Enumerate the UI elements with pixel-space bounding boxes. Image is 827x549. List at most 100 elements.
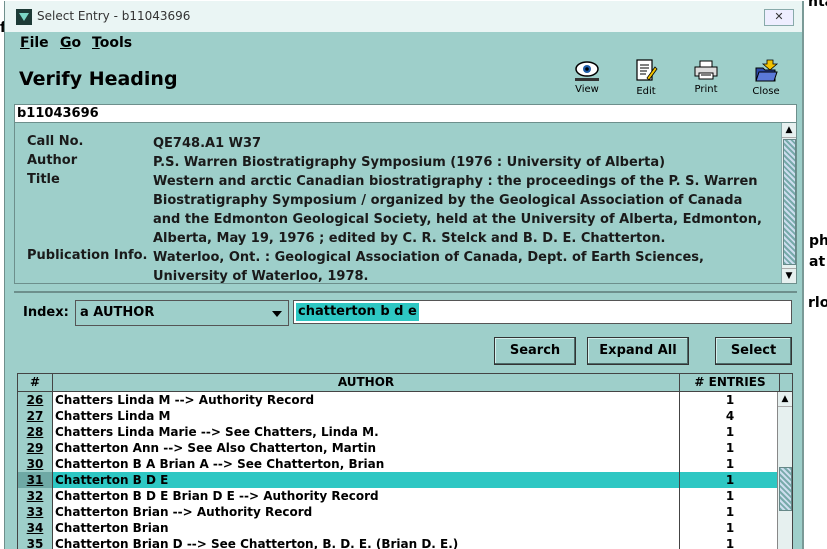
table-row[interactable]: 26 Chatters Linda M --> Authority Record 1 (18, 392, 780, 409)
menu-file-label: ile (29, 35, 49, 51)
row-author: Chatters Linda M (55, 409, 171, 423)
table-row[interactable]: 34 Chatterton Brian 1 (18, 520, 780, 537)
menu-tools-label: ools (99, 35, 133, 51)
results-table: # AUTHOR # ENTRIES 26 Chatters Linda M --… (17, 373, 793, 549)
eye-icon (575, 61, 599, 81)
search-input[interactable]: chatterton b d e (293, 300, 792, 324)
background-text-fragment: rloc (808, 295, 827, 311)
chevron-down-icon (272, 311, 282, 317)
app-icon (16, 9, 32, 25)
background-text-fragment: ph (809, 233, 827, 249)
row-entries-count: 1 (679, 424, 780, 440)
window-close-button[interactable]: ✕ (764, 9, 794, 26)
record-scrollbar[interactable]: ▲ ▼ (781, 123, 796, 283)
menu-go[interactable]: Go (60, 35, 81, 51)
view-button[interactable]: View (562, 58, 612, 100)
menu-file[interactable]: File (20, 35, 49, 51)
row-entries-count: 1 (679, 456, 780, 472)
menu-go-label: o (71, 35, 82, 51)
row-entries-count: 1 (679, 536, 780, 549)
index-dropdown-value: a AUTHOR (80, 305, 155, 320)
index-label: Index: (23, 305, 69, 320)
row-number-link[interactable]: 27 (18, 408, 53, 425)
edit-label: Edit (636, 86, 656, 97)
row-number-link[interactable]: 28 (18, 424, 53, 441)
row-author: Chatters Linda Marie --> See Chatters, L… (55, 425, 379, 439)
row-number-link[interactable]: 26 (18, 392, 53, 409)
record-scroll-thumb[interactable] (783, 139, 796, 265)
close-tool-button[interactable]: Close (741, 58, 791, 100)
row-author: Chatterton Brian (55, 521, 169, 535)
field-label-author: Author (27, 153, 78, 168)
menu-file-mnemonic: F (20, 35, 30, 51)
row-number-link[interactable]: 30 (18, 456, 53, 473)
record-details: Call No. QE748.A1 W37 Author P.S. Warren… (14, 122, 797, 284)
view-label: View (575, 84, 599, 95)
index-dropdown[interactable]: a AUTHOR (75, 300, 289, 326)
close-folder-icon (755, 59, 779, 82)
row-entries-count: 1 (679, 520, 780, 536)
print-button[interactable]: Print (681, 58, 731, 100)
select-entry-window: Select Entry - b11043696 ✕ File Go Tools… (4, 1, 804, 549)
column-header-entries: # ENTRIES (679, 374, 780, 392)
edit-page-icon (636, 59, 658, 81)
menu-tools-mnemonic: T (92, 35, 100, 51)
window-title: Select Entry - b11043696 (37, 9, 191, 23)
row-entries-count: 1 (679, 488, 780, 504)
scroll-down-arrow-icon[interactable]: ▼ (782, 268, 796, 283)
table-row[interactable]: 33 Chatterton Brian --> Authority Record 1 (18, 504, 780, 521)
record-id: b11043696 (14, 104, 797, 122)
field-label-title: Title (27, 172, 60, 187)
close-label: Close (752, 86, 780, 97)
table-row[interactable]: 35 Chatterton Brian D --> See Chatterton,… (18, 536, 779, 549)
menu-bar: File Go Tools (5, 32, 802, 54)
row-author: Chatterton Ann --> See Also Chatterton, … (55, 441, 377, 455)
table-row[interactable]: 30 Chatterton B A Brian A --> See Chatter… (18, 456, 780, 473)
row-author: Chatterton B D E (55, 473, 169, 487)
menu-tools[interactable]: Tools (92, 35, 132, 51)
select-button[interactable]: Select (715, 337, 792, 365)
field-value-title: Western and arctic Canadian biostratigra… (153, 174, 762, 246)
scroll-up-arrow-icon[interactable]: ▲ (782, 123, 796, 138)
table-row[interactable]: 29 Chatterton Ann --> See Also Chatterton… (18, 440, 780, 457)
background-text-fragment: ntar (808, 0, 827, 10)
row-author: Chatters Linda M --> Authority Record (55, 393, 315, 407)
row-number-link[interactable]: 29 (18, 440, 53, 457)
row-entries-count: 1 (679, 440, 780, 456)
background-text-fragment: at (809, 254, 826, 270)
table-row[interactable]: 28 Chatters Linda Marie --> See Chatters,… (18, 424, 780, 441)
row-number-link[interactable]: 34 (18, 520, 53, 537)
row-number-link[interactable]: 31 (18, 472, 53, 489)
expand-all-button[interactable]: Expand All (587, 337, 689, 365)
field-value-call-no: QE748.A1 W37 (153, 136, 262, 151)
column-header-author: AUTHOR (53, 374, 679, 392)
row-entries-count: 1 (679, 504, 780, 520)
row-entries-count: 1 (679, 392, 780, 408)
search-input-text[interactable]: chatterton b d e (296, 303, 419, 321)
column-header-spacer (779, 374, 792, 392)
row-entries-count: 4 (679, 408, 780, 424)
row-number-link[interactable]: 33 (18, 504, 53, 521)
printer-icon (694, 60, 718, 80)
search-button[interactable]: Search (494, 337, 576, 365)
table-row[interactable]: 32 Chatterton B D E Brian D E --> Authori… (18, 488, 780, 505)
table-row[interactable]: 27 Chatters Linda M 4 (18, 408, 780, 425)
field-value-publication-info: Waterloo, Ont. : Geological Association … (153, 250, 704, 284)
scroll-up-arrow-icon[interactable]: ▲ (778, 392, 792, 407)
print-label: Print (694, 84, 718, 95)
row-number-link[interactable]: 32 (18, 488, 53, 505)
row-number-link[interactable]: 35 (18, 536, 53, 549)
row-author: Chatterton B D E Brian D E --> Authority… (55, 489, 379, 503)
title-bar[interactable]: Select Entry - b11043696 ✕ (5, 1, 802, 33)
section-divider (14, 291, 797, 293)
column-header-number: # (18, 374, 53, 392)
field-value-author: P.S. Warren Biostratigraphy Symposium (1… (153, 155, 666, 170)
table-scroll-thumb[interactable] (779, 467, 792, 511)
field-label-call-no: Call No. (27, 134, 84, 149)
page-title: Verify Heading (19, 68, 178, 90)
row-author: Chatterton Brian --> Authority Record (55, 505, 313, 519)
edit-button[interactable]: Edit (621, 58, 671, 100)
table-row[interactable]: 31 Chatterton B D E 1 (18, 472, 779, 489)
table-scrollbar[interactable]: ▲ (777, 392, 792, 549)
row-author: Chatterton Brian D --> See Chatterton, B… (55, 537, 459, 549)
